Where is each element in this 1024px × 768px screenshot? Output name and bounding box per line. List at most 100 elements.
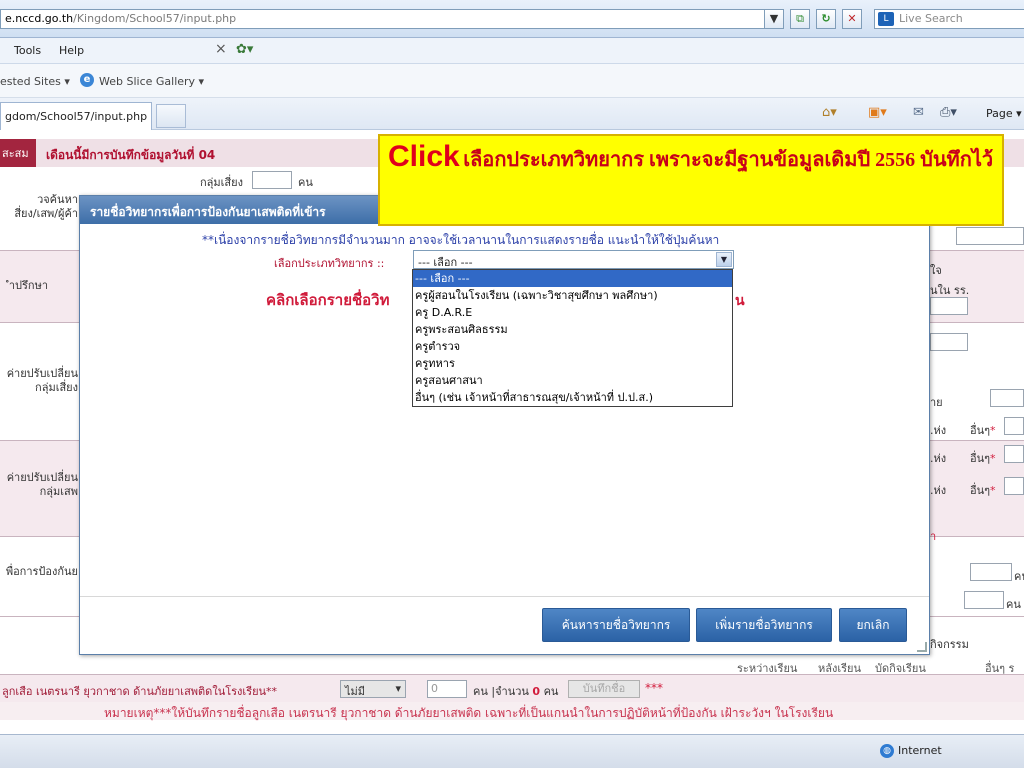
fragment-text: .ห่ง	[930, 452, 947, 465]
resize-grip-icon[interactable]	[917, 642, 927, 652]
save-names-button[interactable]: บันทึกชื่อ	[568, 680, 640, 698]
click-hint-tail: น	[735, 293, 745, 309]
option-soldier-teacher[interactable]: ครูทหาร	[413, 355, 732, 372]
speaker-type-label: เลือกประเภทวิทยากร ::	[274, 257, 385, 270]
addon-icon[interactable]: ✿▾	[236, 42, 253, 57]
divider	[80, 596, 929, 597]
favorites-bar: ested Sites ▾ e Web Slice Gallery ▾	[0, 64, 1024, 98]
dialog-note: **เนื่องจากรายชื่อวิทยากรมีจำนวนมาก อาจจ…	[202, 233, 720, 247]
cancel-button[interactable]: ยกเลิก	[839, 608, 907, 642]
new-tab-button[interactable]	[156, 104, 186, 128]
status-zone-label: Internet	[898, 744, 942, 757]
fragment-field[interactable]	[1004, 445, 1024, 463]
row-label: ค่ายปรับเปลี่ยน กลุ่มเสี่ยง	[6, 367, 78, 394]
fragment-text: อื่นๆ*	[970, 424, 996, 437]
refresh-icon[interactable]: ↻	[816, 9, 836, 29]
menu-help[interactable]: Help	[59, 44, 84, 57]
tab-active[interactable]: gdom/School57/input.php	[0, 102, 152, 130]
callout-text: เลือกประเภทวิทยากร เพราะจะมีฐานข้อมูลเดิ…	[463, 149, 994, 171]
speaker-type-select[interactable]: --- เลือก --- ▼	[413, 250, 734, 269]
instruction-callout: Click เลือกประเภทวิทยากร เพราะจะมีฐานข้อ…	[378, 134, 1004, 226]
speaker-type-options: --- เลือก --- ครูผู้สอนในโรงเรียน (เฉพาะ…	[412, 269, 733, 407]
side-tab[interactable]: สะสม	[0, 139, 36, 167]
page-title: เดือนนี้มีการบันทึกข้อมูลวันที่ 04	[46, 148, 216, 162]
row-label: ำปรึกษา	[8, 279, 48, 292]
page-menu[interactable]: Page ▾	[986, 107, 1022, 120]
chevron-down-icon[interactable]: ▼	[764, 9, 784, 29]
scout-count-field[interactable]: 0	[427, 680, 467, 698]
globe-icon: ◍	[880, 744, 894, 758]
fragment-text: .ห่ง	[930, 424, 947, 437]
fragment-field[interactable]	[956, 227, 1024, 245]
callout-click: Click	[388, 140, 460, 173]
close-icon[interactable]: ×	[215, 41, 227, 57]
chevron-down-icon: ▾	[395, 682, 401, 695]
fav-suggested-sites[interactable]: ested Sites ▾	[0, 75, 70, 88]
bottom-row: ลูกเสือ เนตรนารี ยุวกาชาด ด้านภัยยาเสพติ…	[0, 674, 1024, 702]
status-zone: ◍ Internet	[880, 744, 942, 758]
url-field[interactable]: e.nccd.go.th/Kingdom/School57/input.php	[0, 9, 784, 29]
home-icon[interactable]: ⌂▾	[822, 105, 837, 120]
fragment-other: อื่นๆ	[970, 424, 991, 437]
search-placeholder: Live Search	[899, 12, 963, 25]
fragment-field[interactable]	[970, 563, 1012, 581]
note-text: หมายเหตุ***ให้บันทึกรายชื่อลูกเสือ เนตรน…	[104, 706, 834, 720]
option-dare-teacher[interactable]: ครู D.A.R.E	[413, 304, 732, 321]
address-bar: e.nccd.go.th/Kingdom/School57/input.php …	[0, 0, 1024, 38]
chevron-down-icon[interactable]: ▼	[716, 252, 732, 267]
click-hint: คลิกเลือกรายชื่อวิท	[266, 291, 390, 309]
ie-icon: e	[80, 73, 94, 87]
fragment-text: อื่นๆ*	[970, 452, 996, 465]
search-speaker-button[interactable]: ค้นหารายชื่อวิทยากร	[542, 608, 690, 642]
status-bar: ◍ Internet	[0, 734, 1024, 768]
fragment-text: .ห่ง	[930, 484, 947, 497]
fragment-field[interactable]	[990, 389, 1024, 407]
required-stars: ***	[645, 681, 663, 695]
fragment-field[interactable]	[1004, 477, 1024, 495]
url-path: /Kingdom/School57/input.php	[73, 12, 237, 25]
option-police-teacher[interactable]: ครูตำรวจ	[413, 338, 732, 355]
option-monk-teacher[interactable]: ครูพระสอนศิลธรรม	[413, 321, 732, 338]
url-host: e.nccd.go.th	[5, 12, 74, 25]
mail-icon[interactable]: ✉	[913, 105, 924, 120]
live-search-icon: L	[878, 12, 894, 26]
feeds-icon[interactable]: ▣▾	[868, 105, 887, 120]
tab-bar: gdom/School57/input.php ⌂▾ ▣▾ ✉ ⎙▾ Page …	[0, 98, 1024, 130]
fragment-text: า	[930, 530, 937, 543]
fav-web-slice-gallery[interactable]: Web Slice Gallery ▾	[99, 75, 204, 88]
option-school-teacher[interactable]: ครูผู้สอนในโรงเรียน (เฉพาะวิชาสุขศึกษา พ…	[413, 287, 732, 304]
fragment-text: าย	[930, 396, 943, 409]
fragment-text: กิจกรรม	[930, 638, 969, 651]
scout-unit-a: คน |จำนวน	[473, 685, 529, 698]
scout-unit: คน |จำนวน 0 คน	[473, 682, 558, 700]
fragment-text: อื่นๆ*	[970, 484, 996, 497]
scout-select-value: ไม่มี	[345, 685, 366, 698]
search-input[interactable]: L Live Search	[874, 9, 1024, 29]
note-row: หมายเหตุ***ให้บันทึกรายชื่อลูกเสือ เนตรน…	[0, 702, 1024, 720]
fragment-field[interactable]	[930, 297, 968, 315]
fragment-field[interactable]	[964, 591, 1004, 609]
fragment-field[interactable]	[1004, 417, 1024, 435]
menu-bar: Tools Help × ✿▾	[0, 38, 1024, 64]
scout-select[interactable]: ไม่มี ▾	[340, 680, 406, 698]
fragment-field[interactable]	[930, 333, 968, 351]
option-religion-teacher[interactable]: ครูสอนศาสนา	[413, 372, 732, 389]
fragment-text: ใจ	[930, 264, 942, 277]
print-icon[interactable]: ⎙▾	[940, 105, 957, 120]
row-label: พื่อการป้องกันย	[5, 565, 78, 578]
fragment-text: คน	[1006, 598, 1021, 611]
stop-icon[interactable]: ✕	[842, 9, 862, 29]
menu-tools[interactable]: Tools	[14, 44, 41, 57]
compatibility-view-icon[interactable]: ⧉	[790, 9, 810, 29]
scout-unit-b: คน	[543, 685, 559, 698]
bottom-label: ลูกเสือ เนตรนารี ยุวกาชาด ด้านภัยยาเสพติ…	[2, 685, 278, 698]
row-label: ค่ายปรับเปลี่ยน กลุ่มเสพ	[6, 471, 78, 498]
row-label: วจค้นหา สี่ยง/เสพ/ผู้ค้า	[14, 193, 78, 220]
option-other[interactable]: อื่นๆ (เช่น เจ้าหน้าที่สาธารณสุข/เจ้าหน้…	[413, 389, 732, 406]
scout-count: 0	[532, 685, 541, 698]
add-speaker-button[interactable]: เพิ่มรายชื่อวิทยากร	[696, 608, 832, 642]
option-placeholder[interactable]: --- เลือก ---	[413, 270, 732, 287]
fragment-text: คน	[1014, 570, 1024, 583]
fragment-other: อื่นๆ	[970, 484, 991, 497]
speaker-dialog: รายชื่อวิทยากรเพื่อการป้องกันยาเสพติดที่…	[79, 195, 930, 655]
